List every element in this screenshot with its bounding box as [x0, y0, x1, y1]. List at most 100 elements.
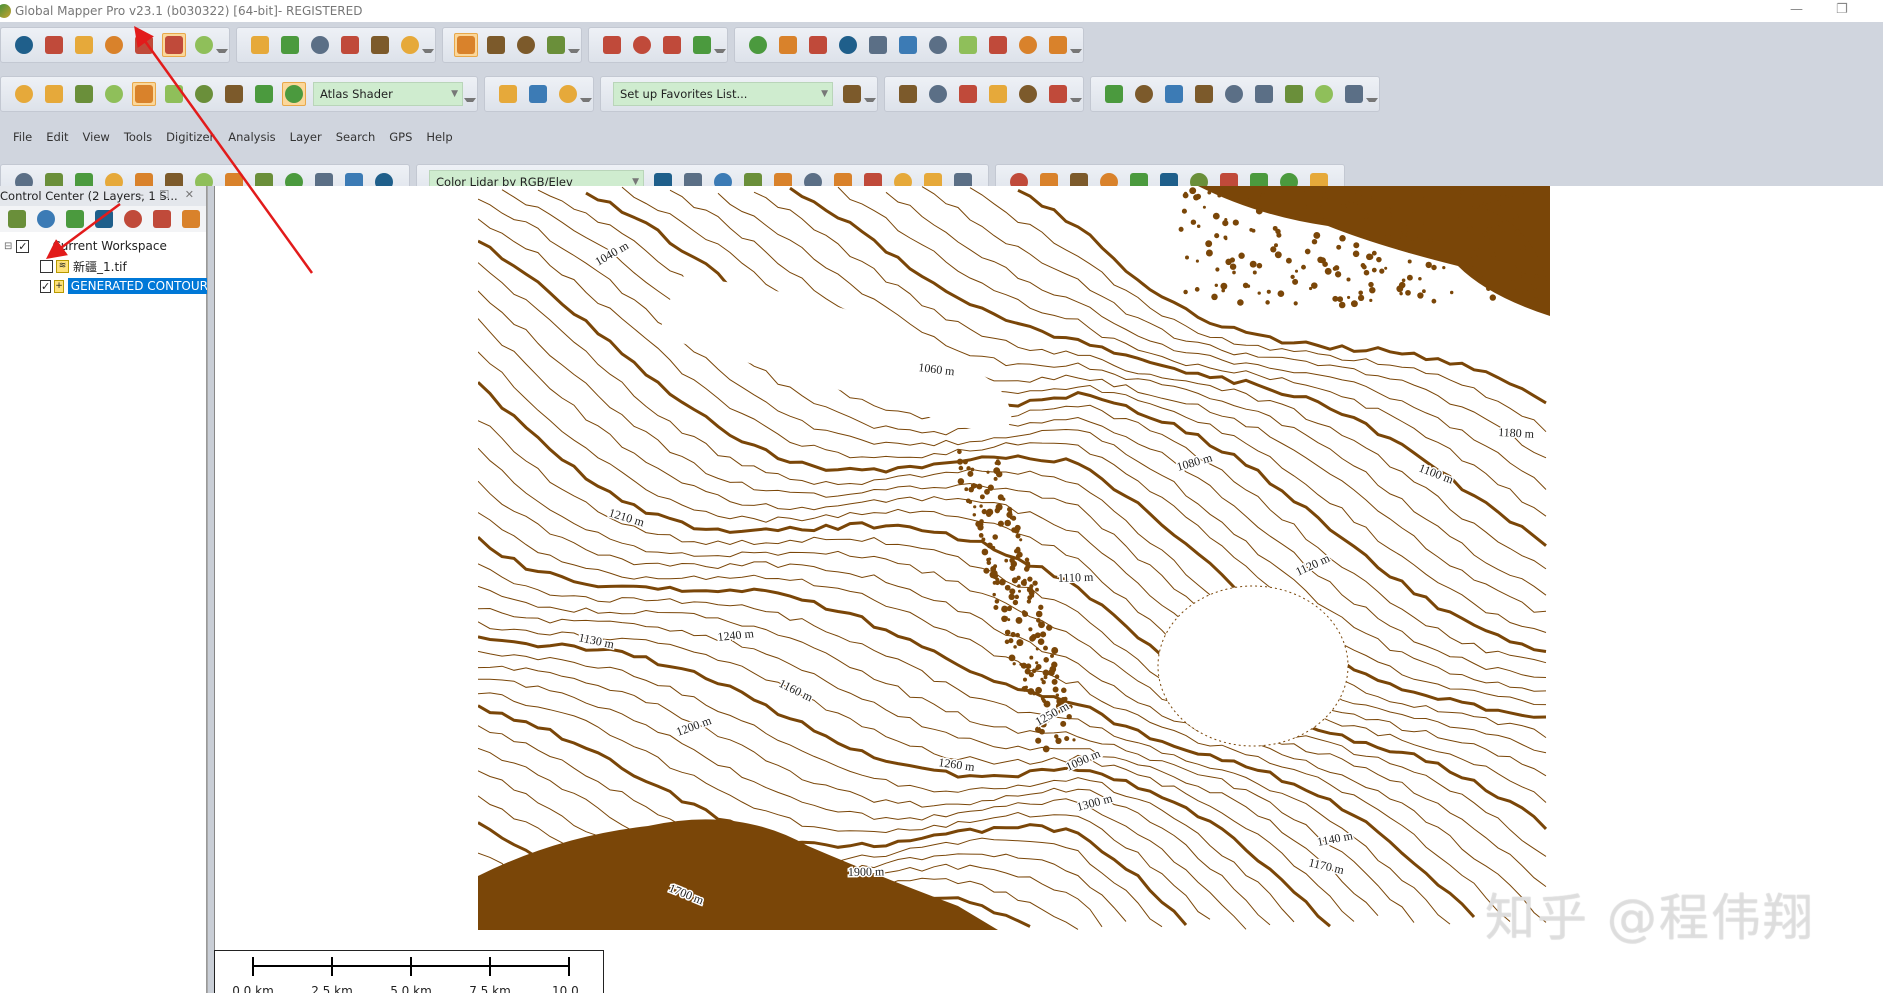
water-level-icon[interactable]	[162, 82, 186, 106]
dropdown-favorites-dropdown[interactable]: Set up Favorites List... ▼	[613, 82, 833, 106]
info-icon[interactable]	[630, 33, 654, 57]
save-icon[interactable]	[72, 33, 96, 57]
layer-checkbox[interactable]: ✓	[40, 279, 52, 293]
slope-icon[interactable]	[1016, 33, 1040, 57]
atlas-mountains-icon[interactable]	[282, 82, 306, 106]
merge-areas-icon[interactable]	[1282, 82, 1306, 106]
terrain-1-icon[interactable]	[746, 33, 770, 57]
check-icon[interactable]	[1312, 82, 1336, 106]
measure-icon[interactable]	[600, 33, 624, 57]
range-ring-icon[interactable]	[1132, 82, 1156, 106]
favorites-star-icon[interactable]	[840, 82, 864, 106]
contour-dot	[1237, 299, 1244, 306]
grid-pencil-icon[interactable]	[1162, 82, 1186, 106]
lidar-filter-icon[interactable]	[222, 82, 246, 106]
split-view-icon[interactable]	[12, 82, 36, 106]
draw-points-icon[interactable]	[896, 82, 920, 106]
chevron-down-icon[interactable]: ▼	[821, 89, 828, 99]
gear-icon[interactable]	[526, 82, 550, 106]
close-layer-icon[interactable]	[180, 207, 203, 231]
dropdown-shader-dropdown[interactable]: Atlas Shader ▼	[313, 82, 463, 106]
contour-dot	[1407, 259, 1412, 264]
split-pencil-icon[interactable]	[1222, 82, 1246, 106]
globe-icon[interactable]	[42, 33, 66, 57]
menu-gps[interactable]: GPS	[388, 130, 413, 144]
zoom-in-icon[interactable]	[308, 33, 332, 57]
cut-icon[interactable]	[72, 82, 96, 106]
menu-layer[interactable]: Layer	[289, 130, 323, 144]
layer-checkbox[interactable]	[40, 259, 53, 273]
coord-pencil-icon[interactable]	[1102, 82, 1126, 106]
menu-digitizer[interactable]: Digitizer	[165, 130, 215, 144]
view-shed-icon[interactable]	[866, 33, 890, 57]
water-flood-icon[interactable]	[192, 82, 216, 106]
draw-line-icon[interactable]	[926, 82, 950, 106]
delete-x-icon[interactable]	[514, 33, 538, 57]
zoom-rect-icon[interactable]	[248, 33, 272, 57]
menu-edit[interactable]: Edit	[45, 130, 69, 144]
workspace-node[interactable]: ⊟ ✓ Current Workspace	[0, 236, 206, 256]
cross-section-icon[interactable]	[926, 33, 950, 57]
density-grid-icon[interactable]	[956, 33, 980, 57]
zoom-out-icon[interactable]	[338, 33, 362, 57]
flight-path-icon[interactable]	[986, 33, 1010, 57]
3d-path-icon[interactable]	[42, 82, 66, 106]
menu-view[interactable]: View	[82, 130, 111, 144]
draw-circle-icon[interactable]	[1046, 82, 1070, 106]
bounds-icon[interactable]	[92, 207, 115, 231]
moon-icon[interactable]	[556, 82, 580, 106]
layer-item-raster[interactable]: ≋ 新疆_1.tif	[0, 256, 206, 276]
spatial-op-icon[interactable]	[1342, 82, 1366, 106]
menu-search[interactable]: Search	[335, 130, 377, 144]
vector-icon: +	[54, 279, 64, 293]
globe-grid-icon[interactable]	[496, 82, 520, 106]
toolbar-group	[484, 76, 594, 112]
contour-dot	[1363, 269, 1370, 276]
terrain-4-icon[interactable]	[836, 33, 860, 57]
metadata-icon[interactable]	[34, 207, 57, 231]
menu-file[interactable]: File	[12, 130, 33, 144]
terrain-2-icon[interactable]	[776, 33, 800, 57]
restore-button[interactable]: ❐	[1836, 2, 1848, 17]
select-area-icon[interactable]	[544, 33, 568, 57]
menu-tools[interactable]: Tools	[123, 130, 153, 144]
workspace-checkbox[interactable]: ✓	[16, 239, 30, 253]
draw-rect-icon[interactable]	[1016, 82, 1040, 106]
wrench-icon[interactable]	[132, 33, 156, 57]
layer-options-icon[interactable]	[5, 207, 28, 231]
minimize-button[interactable]: —	[1790, 2, 1803, 17]
zoom-layer-icon[interactable]	[122, 207, 145, 231]
toggle-visibility-icon[interactable]	[151, 207, 174, 231]
snap-icon[interactable]	[1192, 82, 1216, 106]
contour-map[interactable]: 1040 m1060 m1080 m 1100 m1110 m 1120 m1130…	[478, 186, 1550, 930]
path-profile-icon[interactable]	[1046, 33, 1070, 57]
menu-help[interactable]: Help	[425, 130, 453, 144]
digitizer-pencil-icon[interactable]	[454, 33, 478, 57]
back-arrow-icon[interactable]	[368, 33, 392, 57]
layer-control-icon[interactable]	[162, 33, 186, 57]
menu-analysis[interactable]: Analysis	[227, 130, 276, 144]
attributes-icon[interactable]	[63, 207, 86, 231]
map-view[interactable]: 1040 m 1060 m 1080 m 1100 m 1110 m 1120 m 1130…	[215, 186, 1883, 993]
sunlight-icon[interactable]	[252, 82, 276, 106]
collapse-icon[interactable]: ⊟	[4, 241, 12, 252]
terrain-3-icon[interactable]	[806, 33, 830, 57]
feature-info-icon[interactable]	[690, 33, 714, 57]
open-folder-icon[interactable]	[12, 33, 36, 57]
pan-hand-icon[interactable]	[278, 33, 302, 57]
layer-item-contours[interactable]: ✓ + GENERATED CONTOURS	[0, 276, 219, 296]
3d-view-icon[interactable]	[102, 82, 126, 106]
edit-area-icon[interactable]	[1252, 82, 1276, 106]
panel-splitter[interactable]	[207, 186, 215, 993]
shader-toggle-icon[interactable]	[132, 82, 156, 106]
select-rect-icon[interactable]	[484, 33, 508, 57]
draw-curve-icon[interactable]	[956, 82, 980, 106]
chevron-down-icon[interactable]: ▼	[451, 89, 458, 99]
panel-window-buttons[interactable]: – ☐ ✕	[138, 188, 200, 201]
overview-icon[interactable]	[192, 33, 216, 57]
config-icon[interactable]	[102, 33, 126, 57]
watershed-icon[interactable]	[896, 33, 920, 57]
search-attr-icon[interactable]	[660, 33, 684, 57]
home-icon[interactable]	[398, 33, 422, 57]
draw-area-icon[interactable]	[986, 82, 1010, 106]
